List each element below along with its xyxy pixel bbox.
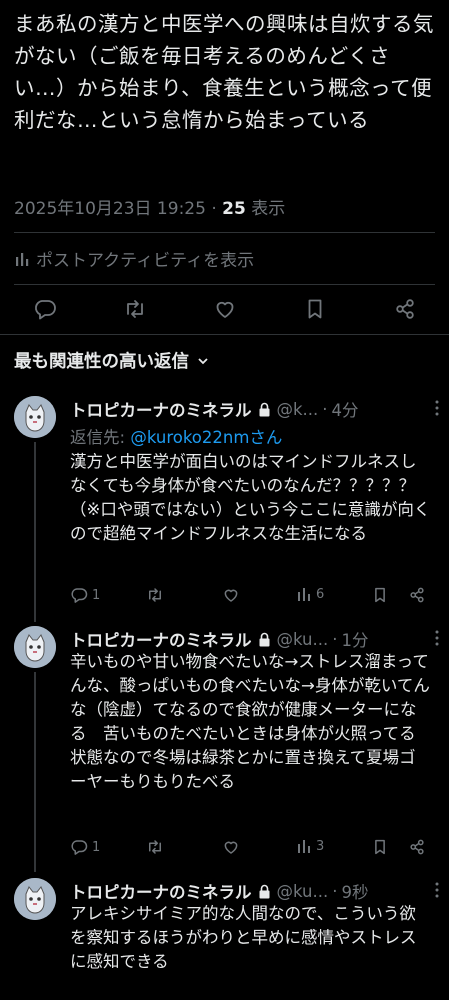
bookmark-icon[interactable] <box>302 296 328 322</box>
meta-separator: · <box>211 199 217 219</box>
views-count: 25 <box>222 199 246 219</box>
author-name[interactable]: トロピカーナのミネラル <box>70 397 252 421</box>
reply-time[interactable]: 9秒 <box>342 879 369 903</box>
bookmark-icon[interactable] <box>371 586 389 604</box>
author-name[interactable]: トロピカーナのミネラル <box>70 879 252 903</box>
reply-text: アレキシサイミア的な人間なので、こういう欲を察知するほうがわりと早めに感情やスト… <box>70 904 417 971</box>
share-icon[interactable] <box>408 586 426 604</box>
reply-action-bar: 1 6 <box>70 586 435 610</box>
like-icon[interactable] <box>222 586 240 604</box>
share-icon[interactable] <box>408 838 426 856</box>
reply-header: トロピカーナのミネラル @ku... · 1分 <box>70 626 439 652</box>
divider <box>14 284 435 285</box>
header-separator: · <box>332 629 338 649</box>
reply-button[interactable]: 1 <box>70 838 100 856</box>
retweet-icon[interactable] <box>122 296 148 322</box>
header-separator: · <box>322 399 328 419</box>
more-icon[interactable] <box>429 628 445 648</box>
post-activity-link[interactable]: ポストアクティビティを表示 <box>14 246 254 271</box>
thread-line <box>34 672 36 872</box>
like-icon[interactable] <box>212 296 238 322</box>
more-icon[interactable] <box>429 880 445 900</box>
views-label: 表示 <box>251 199 286 219</box>
author-handle[interactable]: @ku... <box>277 882 329 901</box>
post-action-bar <box>0 290 449 330</box>
avatar[interactable] <box>14 626 56 668</box>
views-icon <box>296 838 312 854</box>
reply-icon <box>70 586 88 604</box>
lock-icon <box>258 632 271 647</box>
reply-header: トロピカーナのミネラル @k... · 4分 <box>70 396 439 422</box>
section-title: 最も関連性の高い返信 <box>14 352 189 372</box>
retweet-icon[interactable] <box>146 586 164 604</box>
like-icon[interactable] <box>222 838 240 856</box>
views-count: 3 <box>316 838 325 854</box>
lock-icon <box>258 884 271 899</box>
reply-text: 漢方と中医学が面白いのはマインドフルネスしなくても今身体が食べたいのなんだ？？？… <box>70 452 431 543</box>
reply-count: 1 <box>92 839 101 855</box>
reply-time[interactable]: 4分 <box>332 397 359 421</box>
reply-to-prefix: 返信先: <box>70 428 131 447</box>
bar-chart-icon <box>14 251 30 267</box>
reply-icon <box>70 838 88 856</box>
bookmark-icon[interactable] <box>371 838 389 856</box>
divider <box>14 232 435 233</box>
avatar[interactable] <box>14 878 56 920</box>
divider <box>0 334 449 335</box>
views-count: 6 <box>316 586 325 602</box>
post-activity-label: ポストアクティビティを表示 <box>36 251 255 271</box>
thread-line <box>34 442 36 622</box>
reply-header: トロピカーナのミネラル @ku... · 9秒 <box>70 878 439 904</box>
share-icon[interactable] <box>392 296 418 322</box>
header-separator: · <box>332 881 338 901</box>
reply-time[interactable]: 1分 <box>342 627 369 651</box>
author-name[interactable]: トロピカーナのミネラル <box>70 627 252 651</box>
reply-sort-selector[interactable]: 最も関連性の高い返信 <box>14 348 209 373</box>
views-icon <box>296 586 312 602</box>
avatar[interactable] <box>14 396 56 438</box>
post-text: まあ私の漢方と中医学への興味は自炊する気がない（ご飯を毎日考えるのめんどくさい…… <box>14 12 434 132</box>
post-meta: 2025年10月23日 19:25 · 25 表示 <box>14 194 285 219</box>
author-handle[interactable]: @ku... <box>277 630 329 649</box>
more-icon[interactable] <box>429 398 445 418</box>
reply-to-line: 返信先: @kuroko22nmさん <box>70 424 282 448</box>
views-button[interactable]: 3 <box>296 838 324 854</box>
reply-action-bar: 1 3 <box>70 838 435 862</box>
retweet-icon[interactable] <box>146 838 164 856</box>
post-timestamp[interactable]: 2025年10月23日 19:25 <box>14 199 206 219</box>
reply-button[interactable]: 1 <box>70 586 100 604</box>
reply-text: 辛いものや甘い物食べたいな→ストレス溜まってんな、酸っぱいもの食べたいな→身体が… <box>70 652 430 791</box>
lock-icon <box>258 402 271 417</box>
reply-icon[interactable] <box>32 296 58 322</box>
reply-to-mention[interactable]: @kuroko22nmさん <box>130 428 282 447</box>
chevron-down-icon <box>197 355 209 367</box>
views-button[interactable]: 6 <box>296 586 324 602</box>
reply-count: 1 <box>92 587 101 603</box>
author-handle[interactable]: @k... <box>277 400 319 419</box>
